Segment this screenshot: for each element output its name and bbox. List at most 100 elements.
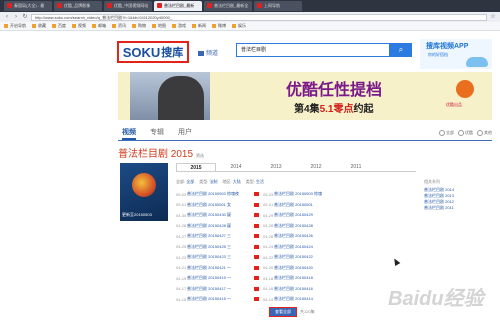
episode-link[interactable]: 普法栏目剧 20150417 一	[187, 286, 254, 292]
browser-tab[interactable]: 优酷_品牌影像	[54, 1, 102, 11]
episode-link[interactable]: 普法栏目剧 20150421 一	[187, 265, 254, 271]
episode-link[interactable]: 普法栏目剧 20150503 惊魂	[274, 191, 416, 197]
browser-tab[interactable]: 秦国局(大全) - 最	[4, 1, 52, 11]
episode-date: 04-17	[176, 286, 187, 292]
year-tab[interactable]: 2014	[216, 163, 256, 171]
bookmark-item[interactable]: 微博	[212, 23, 226, 29]
tab-album[interactable]: 专辑	[150, 127, 164, 140]
bookmark-item[interactable]: 视频	[72, 23, 86, 29]
browser-tab[interactable]: 优酷_中国视频网站	[104, 1, 152, 11]
play-icon[interactable]	[254, 234, 259, 239]
episode-row: 04-17 普法栏目剧 20150417 一 04-16 普法栏目剧 20150416	[176, 284, 416, 295]
play-icon[interactable]	[254, 255, 259, 260]
series-poster[interactable]: 更新至20150503	[120, 163, 168, 221]
episode-date: 04-26	[263, 233, 274, 239]
episode-link[interactable]: 普法栏目剧 20150423 三	[187, 254, 254, 260]
episode-link[interactable]: 普法栏目剧 20150501 女	[187, 202, 254, 208]
year-tab[interactable]: 2011	[336, 163, 376, 171]
episode-link[interactable]: 普法栏目剧 20150428 疑	[187, 223, 254, 229]
soku-logo[interactable]: SOKU 搜库	[117, 41, 189, 63]
related-series: 相关系列 普法栏目剧 2014 普法栏目剧 2013 普法栏目剧 2012 普法…	[424, 179, 494, 211]
bookmark-item[interactable]: 购物	[132, 23, 146, 29]
series-subtitle[interactable]: 筛选	[196, 153, 204, 158]
episode-link[interactable]: 普法栏目剧 20150415 一	[187, 296, 254, 302]
play-icon[interactable]	[254, 265, 259, 270]
play-icon[interactable]	[254, 276, 259, 281]
brand-logo-icon	[456, 80, 474, 98]
episode-link[interactable]: 普法栏目剧 20150424	[274, 244, 416, 250]
bookmark-item[interactable]: 开启导航	[4, 23, 26, 29]
bookmarks-bar: 开启导航 收藏 百度 视频 邮箱 资讯 购物 地图 游戏 新闻 微博 娱乐	[0, 22, 500, 31]
year-tab[interactable]: 2012	[296, 163, 336, 171]
bookmark-item[interactable]: 地图	[152, 23, 166, 29]
episode-date: 05-03	[263, 191, 274, 197]
promo-banner[interactable]: 优酷任性提档 第4集5.1零点约起 优酷出品	[118, 72, 492, 120]
browser-tabstrip: 秦国局(大全) - 最优酷_品牌影像 优酷_中国视频网站 普法栏目剧_最新 普法栏目剧…	[0, 0, 500, 12]
result-tabs: 视频 专辑 用户 全部 优酷 其他	[118, 127, 492, 141]
source-filter: 全部 优酷 其他	[439, 130, 492, 136]
episode-link[interactable]: 普法栏目剧 20150418	[274, 275, 416, 281]
episode-link[interactable]: 普法栏目剧 20150427 三	[187, 233, 254, 239]
back-icon[interactable]: ‹	[4, 14, 10, 20]
episode-link[interactable]: 普法栏目剧 20150430 疑	[187, 212, 254, 218]
episode-link[interactable]: 普法栏目剧 20150428	[274, 223, 416, 229]
browser-tab[interactable]: 普法栏目剧_最新	[154, 1, 202, 11]
favicon-icon	[107, 3, 112, 9]
play-icon[interactable]	[254, 244, 259, 249]
tab-video[interactable]: 视频	[122, 127, 136, 140]
bookmark-item[interactable]: 游戏	[172, 23, 186, 29]
bookmark-item[interactable]: 资讯	[112, 23, 126, 29]
play-icon[interactable]	[254, 192, 259, 197]
view-all-button[interactable]: 查看全部	[269, 307, 297, 317]
episode-date: 04-16	[263, 286, 274, 292]
episode-date: 05-01	[263, 202, 274, 208]
filter-other[interactable]: 其他	[477, 130, 492, 136]
star-icon[interactable]: ☆	[490, 14, 496, 20]
refresh-icon[interactable]: ↻	[22, 14, 28, 20]
play-icon[interactable]	[254, 286, 259, 291]
browser-tab[interactable]: 上网导航	[254, 1, 302, 11]
poster-caption: 更新至20150503	[122, 212, 152, 217]
series-title: 普法栏目剧 2015 筛选	[118, 149, 205, 160]
bookmark-item[interactable]: 娱乐	[232, 23, 246, 29]
favicon-icon	[257, 3, 262, 9]
episode-link[interactable]: 普法栏目剧 20150429	[274, 212, 416, 218]
episode-date: 04-21	[176, 265, 187, 271]
year-tab[interactable]: 2013	[256, 163, 296, 171]
bookmark-item[interactable]: 邮箱	[92, 23, 106, 29]
episode-link[interactable]: 普法栏目剧 20150503 惊魂夜	[187, 191, 254, 197]
episode-date: 04-25	[176, 244, 187, 250]
episode-link[interactable]: 普法栏目剧 20150419 一	[187, 275, 254, 281]
favicon-icon	[57, 3, 62, 9]
play-icon[interactable]	[254, 213, 259, 218]
related-item[interactable]: 普法栏目剧 2011	[424, 205, 494, 211]
watermark: Baidu经验	[388, 288, 484, 310]
episode-row: 04-27 普法栏目剧 20150427 三 04-26 普法栏目剧 20150426	[176, 231, 416, 242]
episode-date: 04-19	[176, 275, 187, 281]
year-tab[interactable]: 2015	[176, 163, 216, 171]
episode-list: 05-03 普法栏目剧 20150503 惊魂夜 05-03 普法栏目剧 201505…	[176, 189, 416, 305]
episode-link[interactable]: 普法栏目剧 20150426	[274, 233, 416, 239]
bookmark-item[interactable]: 收藏	[32, 23, 46, 29]
play-icon[interactable]	[254, 202, 259, 207]
play-icon[interactable]	[254, 297, 259, 302]
banner-subline: 第4集5.1零点约起	[294, 104, 374, 115]
app-promo[interactable]: 搜库视频APP 你的好搭档	[420, 39, 492, 69]
tab-user[interactable]: 用户	[178, 127, 192, 140]
filter-youku[interactable]: 优酷	[458, 130, 473, 136]
related-title: 相关系列	[424, 179, 440, 184]
url-input[interactable]: http://www.soku.com/search_video/q_普法栏目剧…	[31, 13, 487, 21]
play-icon[interactable]	[254, 223, 259, 228]
search-button[interactable]: ⌕	[390, 43, 412, 57]
bookmark-item[interactable]: 百度	[52, 23, 66, 29]
episode-date: 04-29	[263, 212, 274, 218]
channel-link[interactable]: 频道	[198, 48, 218, 57]
episode-link[interactable]: 普法栏目剧 20150501	[274, 202, 416, 208]
search-icon: ⌕	[398, 45, 404, 54]
bookmark-item[interactable]: 新闻	[192, 23, 206, 29]
episode-link[interactable]: 普法栏目剧 20150425 三	[187, 244, 254, 250]
filter-all[interactable]: 全部	[439, 130, 454, 136]
forward-icon[interactable]: ›	[13, 14, 19, 20]
browser-tab[interactable]: 普法栏目剧_最新全	[204, 1, 252, 11]
search-input[interactable]: 普法栏目剧	[236, 43, 390, 57]
